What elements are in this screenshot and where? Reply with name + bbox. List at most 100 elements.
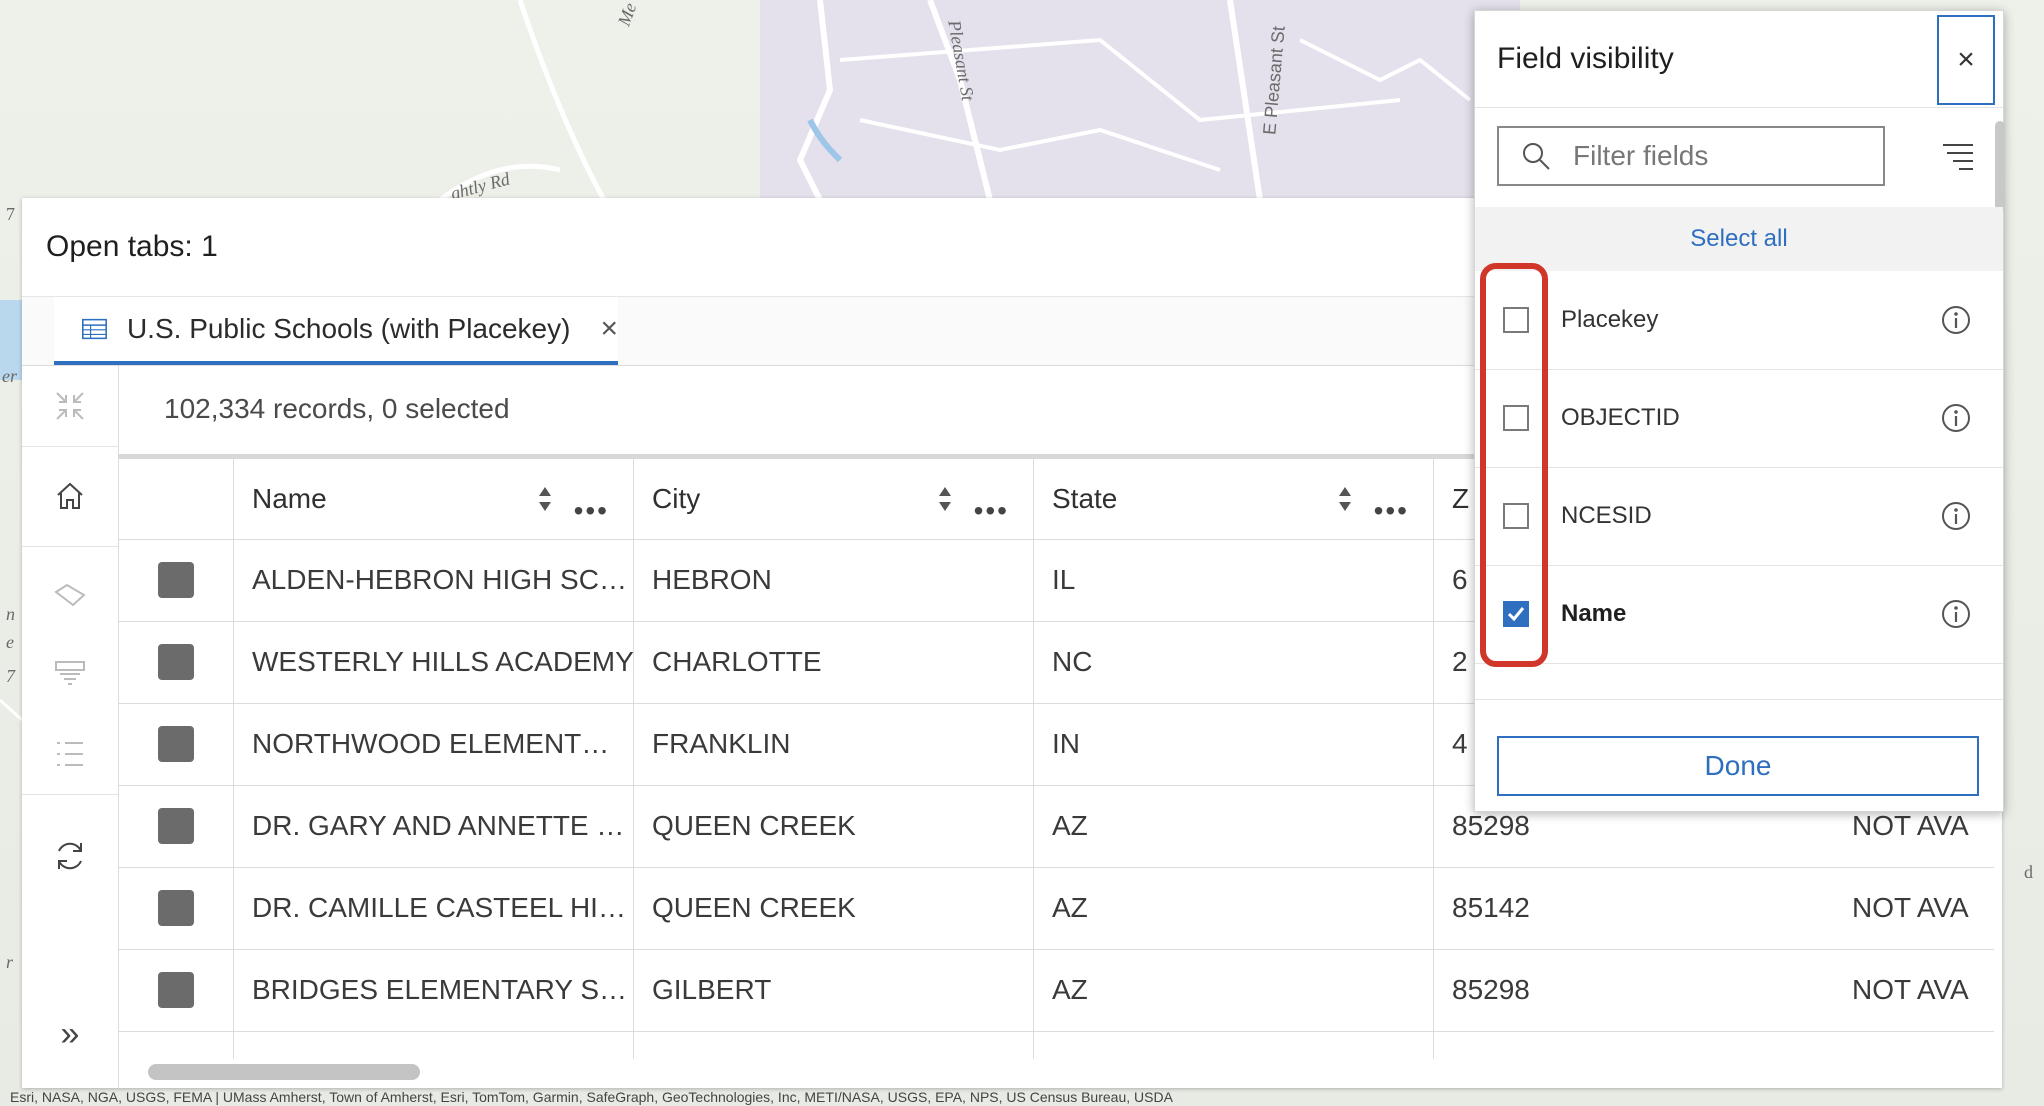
filter-icon [55,661,85,685]
city-cell: CHARLOTTE [634,621,1034,703]
expand-button[interactable]: » [22,994,118,1074]
column-menu-icon[interactable]: ••• [974,495,1009,527]
name-cell: ALDEN-HEBRON HIGH SC… [234,539,634,621]
field-name: OBJECTID [1561,404,1680,431]
sort-icon[interactable] [1337,485,1353,513]
tag-icon [54,583,86,607]
name-cell: WESTERLY HILLS ACADEMY [234,621,634,703]
info-icon[interactable] [1941,305,1971,335]
field-visibility-panel: Field visibility × Select all Placekey [1474,10,2005,812]
field-name: Placekey [1561,306,1659,333]
close-icon: × [1957,43,1975,76]
filter-button[interactable] [22,634,118,714]
state-cell [1034,1031,1434,1059]
state-cell: AZ [1034,867,1434,949]
map-label: 7 [6,666,15,686]
field-visibility-header: Field visibility × [1475,11,2003,108]
info-icon[interactable] [1941,501,1971,531]
refresh-button[interactable] [22,816,118,896]
table-row[interactable]: BRIDGES ELEMENTARY S… GILBERT AZ 85298 N… [118,949,1994,1032]
home-button[interactable] [22,446,118,547]
column-header-city[interactable]: City ••• [634,459,1034,539]
column-menu-icon[interactable]: ••• [1374,495,1409,527]
row-select-cell[interactable] [118,539,234,621]
name-cell: NORTHWOOD ELEMENT… [234,703,634,785]
row-select-toggle[interactable] [158,726,194,762]
collapse-button[interactable] [22,366,118,447]
collapse-icon [56,392,84,420]
list-icon [57,742,83,766]
row-select-cell[interactable] [118,621,234,703]
row-select-cell[interactable] [118,785,234,867]
tab-close-icon[interactable]: × [600,314,618,344]
home-icon [57,482,83,509]
state-cell: NC [1034,621,1434,703]
table-icon [82,318,107,340]
city-cell: HEBRON [634,539,1034,621]
row-select-toggle[interactable] [158,808,194,844]
info-icon[interactable] [1941,599,1971,629]
filter-fields-input[interactable] [1571,139,1855,173]
tag-button[interactable] [22,556,118,636]
field-visibility-footer: Done [1475,699,2003,812]
row-select-cell[interactable] [118,703,234,785]
table-row-partial [118,1031,1994,1059]
field-list-scrollbar[interactable] [1995,121,2005,213]
zip-cell: 85298 [1452,974,1530,1005]
map-label: d [2024,862,2033,882]
name-cell [234,1031,634,1059]
column-header-state[interactable]: State ••• [1034,459,1434,539]
field-item-ncesid[interactable]: NCESID [1475,467,2003,566]
filter-row [1475,108,2003,208]
column-header-label: State [1052,483,1118,514]
done-button[interactable]: Done [1497,736,1979,796]
row-select-cell[interactable] [118,949,234,1031]
city-cell [634,1031,1034,1059]
select-column-header [118,459,234,539]
filter-fields-box[interactable] [1497,126,1885,186]
column-header-name[interactable]: Name ••• [234,459,634,539]
state-cell: IN [1034,703,1434,785]
table-row[interactable]: DR. CAMILLE CASTEEL HI… QUEEN CREEK AZ 8… [118,867,1994,950]
sort-icon[interactable] [937,485,953,513]
name-cell: BRIDGES ELEMENTARY S… [234,949,634,1031]
city-cell: GILBERT [634,949,1034,1031]
sort-fields-icon[interactable] [1941,142,1975,172]
search-icon [1523,143,1550,170]
field-name: Name [1561,600,1627,627]
row-select-toggle[interactable] [158,562,194,598]
map-label: e [6,632,14,652]
column-menu-icon[interactable]: ••• [574,495,609,527]
name-cell: DR. CAMILLE CASTEEL HI… [234,867,634,949]
checkbox-highlight-annotation [1480,263,1548,667]
zip-cell: 85142 [1452,892,1530,923]
row-select-toggle[interactable] [158,972,194,1008]
field-item-name[interactable]: Name [1475,565,2003,664]
row-select-toggle[interactable] [158,644,194,680]
sort-icon[interactable] [537,485,553,513]
city-cell: QUEEN CREEK [634,867,1034,949]
horizontal-scrollbar[interactable] [148,1064,420,1080]
select-all-button[interactable]: Select all [1475,207,2003,271]
map-attribution: Esri, NASA, NGA, USGS, FEMA | UMass Amhe… [10,1089,1173,1105]
row-select-toggle[interactable] [158,890,194,926]
field-visibility-title: Field visibility [1497,42,1674,75]
extra-cell: NOT AVA [1852,892,1969,923]
extra-cell: NOT AVA [1852,974,1969,1005]
info-icon[interactable] [1941,403,1971,433]
list-button[interactable] [22,714,118,795]
field-item-placekey[interactable]: Placekey [1475,271,2003,370]
expand-icon: » [60,1014,80,1053]
row-select-cell[interactable] [118,867,234,949]
field-name: NCESID [1561,502,1652,529]
column-header-label: Name [252,483,327,514]
map-label: r [6,952,14,972]
state-cell: IL [1034,539,1434,621]
name-cell: DR. GARY AND ANNETTE … [234,785,634,867]
close-button[interactable]: × [1937,15,1995,105]
field-item-objectid[interactable]: OBJECTID [1475,369,2003,468]
tab-us-public-schools[interactable]: U.S. Public Schools (with Placekey) × [54,297,618,365]
table-side-toolbar: » [22,366,119,1088]
open-tabs-title: Open tabs: 1 [46,230,218,263]
column-header-label: Z [1452,483,1470,514]
